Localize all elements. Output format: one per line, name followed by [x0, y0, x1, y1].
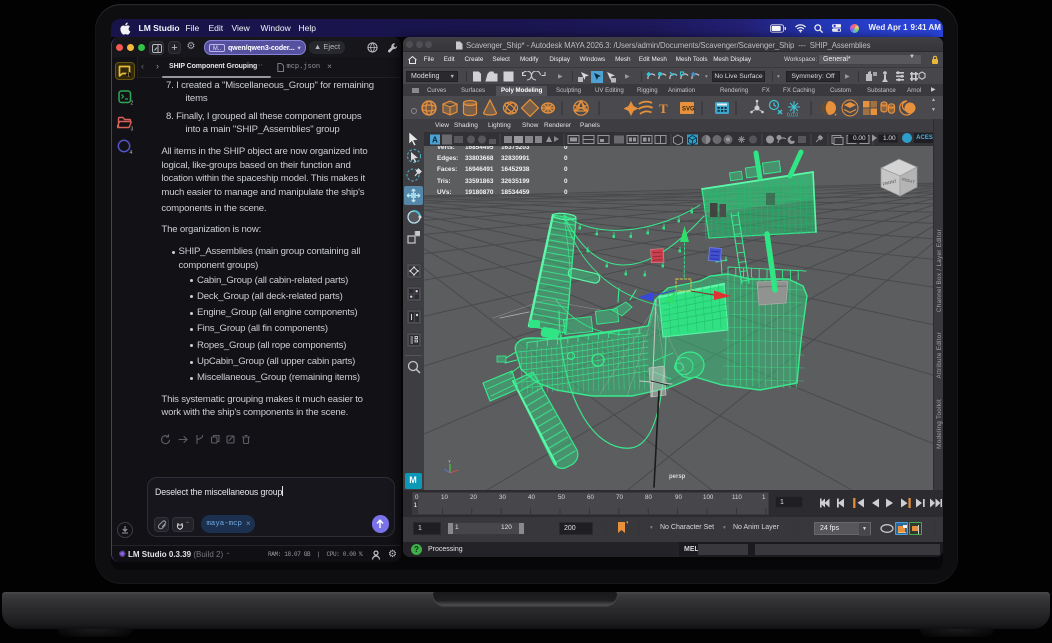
svg-text:10: 10 — [441, 494, 448, 501]
svg-text:0: 0 — [415, 494, 419, 501]
svg-text:30: 30 — [499, 494, 506, 501]
svg-text:110: 110 — [732, 494, 742, 501]
svg-text:80: 80 — [645, 494, 652, 501]
svg-text:100: 100 — [703, 494, 714, 501]
svg-text:70: 70 — [616, 494, 623, 501]
svg-text:A: A — [432, 135, 438, 144]
svg-text:SVG: SVG — [682, 106, 695, 112]
svg-text:2: 2 — [130, 100, 133, 105]
svg-text:20: 20 — [470, 494, 477, 501]
svg-text:4: 4 — [130, 150, 133, 155]
svg-text:1: 1 — [414, 502, 418, 509]
svg-text:3: 3 — [130, 127, 133, 132]
svg-text:90: 90 — [675, 494, 682, 501]
svg-text:T: T — [659, 101, 668, 116]
svg-text:0,0,0: 0,0,0 — [787, 112, 798, 117]
svg-text:40: 40 — [528, 494, 535, 501]
svg-text:60: 60 — [587, 494, 594, 501]
svg-text:1: 1 — [762, 494, 766, 501]
svg-text:50: 50 — [558, 494, 565, 501]
svg-text:y: y — [449, 458, 451, 463]
svg-text:1: 1 — [127, 72, 130, 77]
